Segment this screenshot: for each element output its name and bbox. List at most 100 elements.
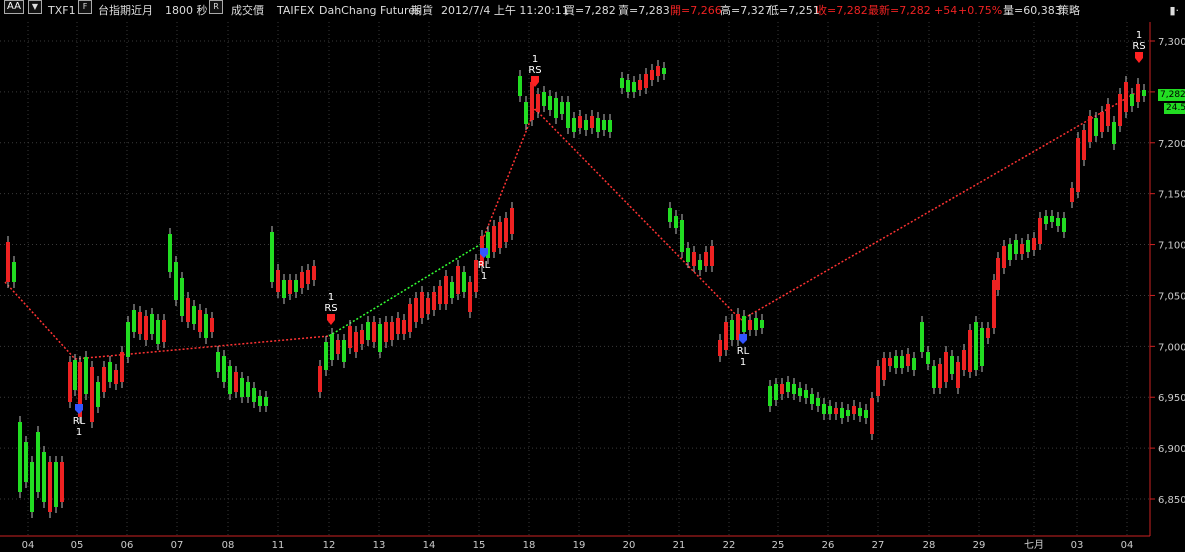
candle-body [312,266,316,280]
buy-signal: RL1 [73,404,86,438]
y-tick-label: 7,200 [1158,139,1185,150]
candle-body [180,278,184,316]
candle-body [894,356,898,368]
candle-body [584,120,588,130]
candle-body [724,322,728,350]
style-dropdown-icon[interactable]: ▼ [28,0,42,14]
volume-label: 量=60,383 [1003,4,1062,17]
candle-body [216,352,220,372]
candle-body [144,316,148,340]
candle-body [548,96,552,110]
candle-body [252,388,256,402]
indicator-badge: 24.5 [1164,103,1185,114]
symbol-name: 台指期近月 [98,4,153,17]
candle-body [258,396,262,406]
strategy-signals: RL11RSRL11RSRL11RS [73,30,1146,438]
y-tick-label: 7,100 [1158,241,1185,252]
ask-price: 賣=7,283 [618,4,670,17]
bars-icon[interactable]: ▮· [1169,0,1179,22]
candle-body [1014,240,1018,254]
candle-body [956,362,960,388]
candle-body [518,76,522,96]
candle-body [986,328,990,338]
candle-body [366,322,370,340]
strategy-label[interactable]: 策略 [1058,0,1080,22]
candle-body [906,354,910,366]
candle-body [698,260,702,270]
candle-body [24,442,28,482]
candle-body [780,384,784,394]
candle-body [68,362,72,402]
candle-body [900,356,904,368]
style-button[interactable]: AA [4,0,24,14]
price-type-dropdown-icon[interactable]: R [209,0,223,14]
grid [0,22,1150,536]
candle-body [156,320,160,344]
candle-body [192,306,196,324]
candle-body [626,80,630,92]
candle-body [408,304,412,332]
candle-body [318,366,322,392]
symbol-dropdown-icon[interactable]: F [78,0,92,14]
candle-body [1082,130,1086,160]
candle-body [870,398,874,434]
high-price: 高=7,327 [720,4,772,17]
candle-body [354,332,358,352]
candle-body [834,408,838,414]
candle-body [1112,122,1116,144]
candle-body [662,68,666,74]
candle-body [450,282,454,298]
signal-label: RL [478,260,491,271]
candle-body [1100,112,1104,132]
candle-body [162,320,166,342]
symbol-code: TXF1 [48,4,76,17]
candle-body [198,310,202,332]
x-tick-label: 13 [373,540,386,551]
candle-body [620,78,624,88]
candle-body [822,404,826,414]
candle-body [816,398,820,406]
candle-body [1136,84,1140,102]
signal-count: 1 [1136,30,1142,41]
y-tick-label: 6,950 [1158,393,1185,404]
candle-body [858,408,862,416]
last-price-badge: 7,282 [1158,89,1185,101]
candle-body [492,226,496,252]
x-tick-label: 25 [772,540,785,551]
candle-body [120,352,124,382]
candle-body [1026,240,1030,252]
candle-body [572,118,576,132]
signal-count: 1 [532,54,538,65]
candle-body [718,340,722,356]
candle-body [282,280,286,298]
candle-body [932,366,936,388]
candle-body [432,292,436,310]
x-tick-label: 04 [1121,540,1134,551]
candle-body [84,357,88,394]
candle-body [1106,104,1110,126]
quote-datetime: 2012/7/4 上午 11:20:11 [441,4,569,17]
candle-body [42,452,46,502]
y-tick-label: 7,000 [1158,342,1185,353]
candle-body [828,406,832,414]
candle-body [1124,82,1128,112]
candle-body [632,82,636,92]
candle-body [30,462,34,512]
candle-body [228,366,232,394]
candle-body [774,384,778,400]
candle-body [348,326,352,348]
candle-body [444,276,448,304]
x-tick-label: 28 [923,540,936,551]
candle-body [524,102,528,124]
candle-body [692,252,696,266]
candle-body [204,314,208,338]
candle-body [456,266,460,294]
low-price: 低=7,251 [768,4,820,17]
x-tick-label: 19 [573,540,586,551]
zigzag-segment [4,281,76,360]
price-type-label: 成交價 [231,4,264,17]
x-tick-label: 14 [423,540,436,551]
x-tick-label: 21 [673,540,686,551]
candle-body [414,298,418,322]
candle-body [336,340,340,354]
